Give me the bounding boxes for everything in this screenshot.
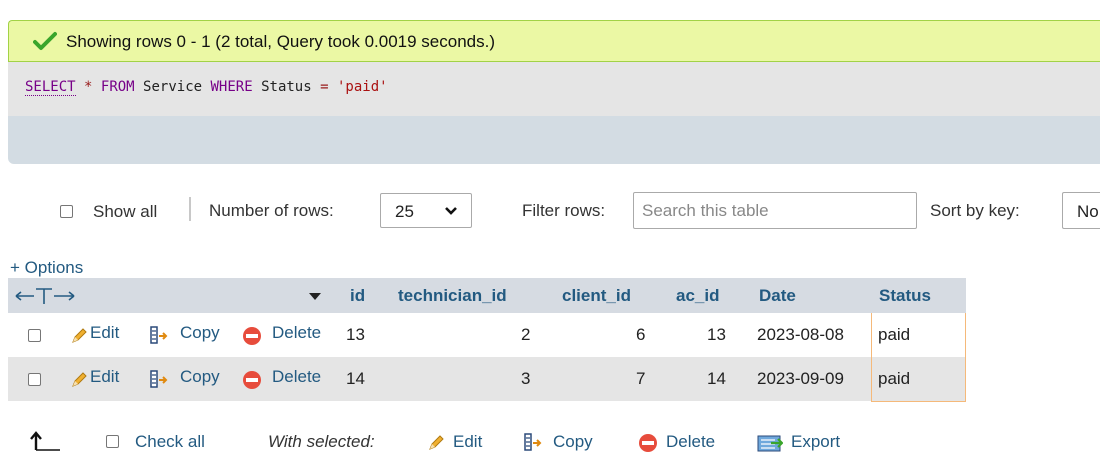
cell-client-id: 7 <box>636 369 646 388</box>
bulk-export-button[interactable]: Export <box>791 432 840 452</box>
column-header-actions <box>8 278 339 313</box>
filter-rows-input[interactable] <box>633 192 917 229</box>
column-header-client-id[interactable]: client_id <box>553 278 667 313</box>
delete-icon <box>243 327 261 345</box>
bulk-delete-button[interactable]: Delete <box>666 432 715 452</box>
show-all-checkbox[interactable] <box>60 205 73 218</box>
cell-ac-id: 13 <box>707 325 726 344</box>
row-checkbox[interactable] <box>28 373 41 386</box>
column-header-id[interactable]: id <box>339 278 389 313</box>
table-row: Edit Copy Delete 13 2 6 13 2023-08-08 pa… <box>8 313 965 357</box>
filter-label: Filter rows: <box>522 201 606 220</box>
sql-query-box: SELECT * FROM Service WHERE Status = 'pa… <box>8 62 1100 116</box>
pencil-icon <box>72 372 87 387</box>
copy-icon <box>150 370 168 388</box>
bulk-edit-button[interactable]: Edit <box>453 432 482 452</box>
pencil-icon <box>429 435 444 450</box>
delete-icon <box>639 434 657 452</box>
cell-technician-id: 2 <box>521 325 531 344</box>
chevron-down-icon <box>445 207 457 215</box>
table-row: Edit Copy Delete 14 3 7 14 2023-09-09 pa… <box>8 357 965 401</box>
arrow-up-left-icon <box>30 431 60 451</box>
column-resize-arrows-icon[interactable] <box>14 288 78 304</box>
row-edit-link[interactable]: Edit <box>90 323 119 343</box>
row-copy-link[interactable]: Copy <box>180 323 220 343</box>
row-checkbox[interactable] <box>28 329 41 342</box>
row-delete-link[interactable]: Delete <box>272 323 321 343</box>
cell-technician-id: 3 <box>521 369 531 388</box>
column-header-date[interactable]: Date <box>749 278 871 313</box>
sort-label: Sort by key: <box>930 201 1020 220</box>
rows-per-page-select[interactable]: 25 <box>380 193 472 228</box>
options-link[interactable]: + Options <box>10 258 83 278</box>
nav-divider <box>189 197 191 221</box>
cell-ac-id: 14 <box>707 369 726 388</box>
bulk-copy-button[interactable]: Copy <box>553 432 593 452</box>
cell-client-id: 6 <box>636 325 646 344</box>
row-delete-link[interactable]: Delete <box>272 367 321 387</box>
sql-select-keyword[interactable]: SELECT <box>25 79 76 96</box>
success-text: Showing rows 0 - 1 (2 total, Query took … <box>66 32 496 51</box>
row-edit-link[interactable]: Edit <box>90 367 119 387</box>
copy-icon <box>524 433 542 451</box>
status-column-highlight <box>871 313 966 402</box>
column-header-ac-id[interactable]: ac_id <box>667 278 749 313</box>
export-icon <box>757 435 783 452</box>
checkmark-icon <box>33 32 57 50</box>
sql-query: SELECT * FROM Service WHERE Status = 'pa… <box>25 79 388 96</box>
sql-query-footer <box>8 116 1100 164</box>
copy-icon <box>150 326 168 344</box>
show-all-label[interactable]: Show all <box>93 202 157 222</box>
sort-by-key-select[interactable]: No <box>1062 192 1100 229</box>
sort-dropdown-icon[interactable] <box>308 292 322 301</box>
success-message: Showing rows 0 - 1 (2 total, Query took … <box>8 20 1100 62</box>
column-header-status[interactable]: Status <box>871 278 966 313</box>
cell-date: 2023-09-09 <box>757 369 844 388</box>
cell-id: 14 <box>346 369 365 388</box>
check-all-link[interactable]: Check all <box>135 432 205 452</box>
column-header-technician-id[interactable]: technician_id <box>389 278 553 313</box>
cell-date: 2023-08-08 <box>757 325 844 344</box>
check-all-checkbox[interactable] <box>106 435 119 448</box>
row-copy-link[interactable]: Copy <box>180 367 220 387</box>
rows-label: Number of rows: <box>209 201 334 220</box>
with-selected-label: With selected: <box>268 432 375 451</box>
cell-id: 13 <box>346 325 365 344</box>
delete-icon <box>243 371 261 389</box>
pencil-icon <box>72 328 87 343</box>
